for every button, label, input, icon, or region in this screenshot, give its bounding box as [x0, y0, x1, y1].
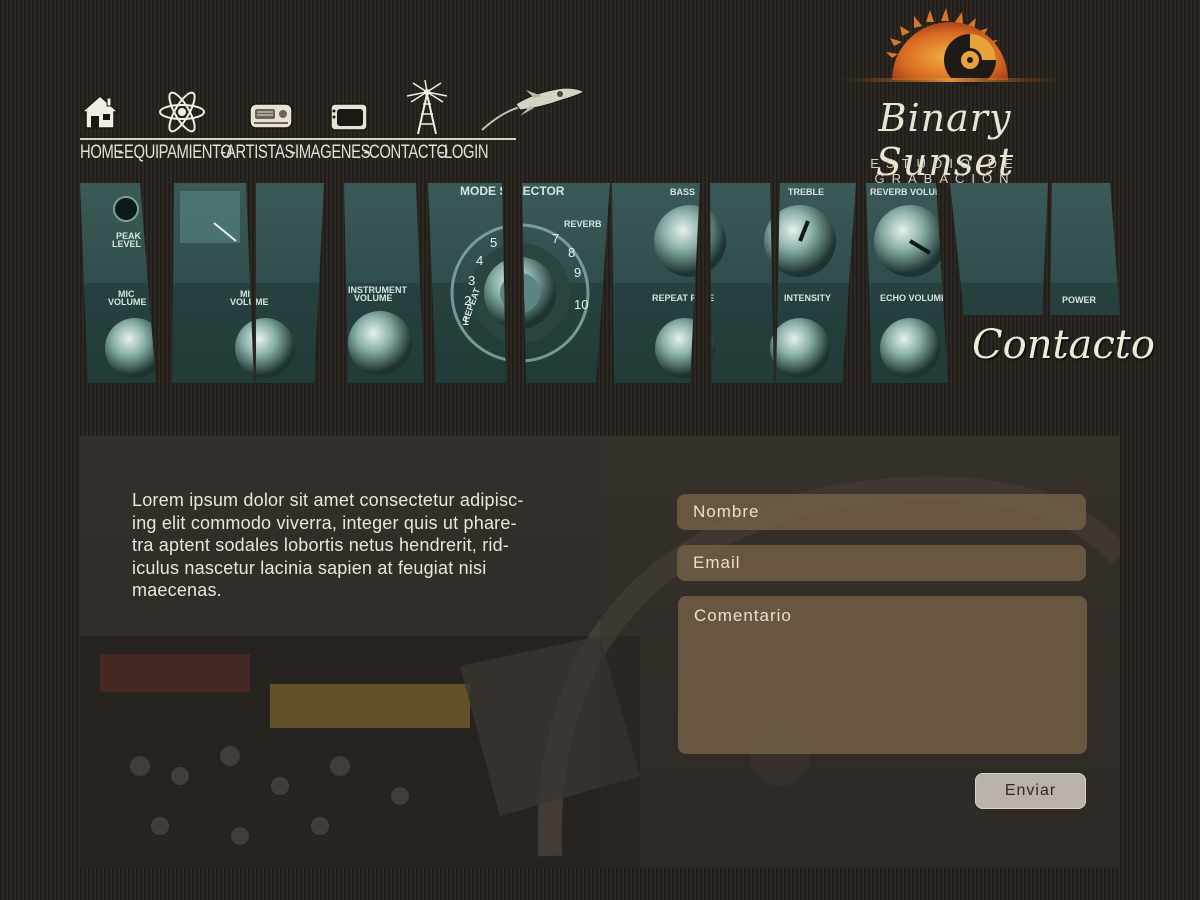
nav-link-equipamiento[interactable]: EQUIPAMIENTO	[124, 142, 232, 164]
svg-text:ECHO VOLUME: ECHO VOLUME	[880, 293, 947, 303]
house-icon[interactable]	[80, 92, 120, 132]
name-field[interactable]: Nombre	[677, 494, 1086, 530]
nav-link-artistas[interactable]: ARTISTAS	[226, 142, 294, 164]
svg-text:MODE SELECTOR: MODE SELECTOR	[460, 184, 565, 198]
svg-text:REPEAT RATE: REPEAT RATE	[652, 293, 714, 303]
svg-text:POWER: POWER	[1062, 295, 1097, 305]
svg-text:INTENSITY: INTENSITY	[784, 293, 831, 303]
svg-text:REVERB: REVERB	[564, 219, 602, 229]
svg-text:REVERB VOLUME: REVERB VOLUME	[870, 187, 949, 197]
intro-line: iculus nascetur lacinia sapien at feugia…	[132, 557, 487, 578]
email-field[interactable]: Email	[677, 545, 1086, 581]
nav-link-home[interactable]: HOME	[80, 142, 123, 164]
comment-field[interactable]: Comentario	[678, 596, 1087, 754]
svg-text:1: 1	[462, 313, 469, 328]
intro-line: tra aptent sodales lobortis netus hendre…	[132, 535, 509, 556]
nav-link-imagenes[interactable]: IMAGENES	[295, 142, 371, 164]
svg-text:10: 10	[574, 297, 588, 312]
svg-text:2: 2	[464, 293, 471, 308]
intro-line: ing elit commodo viverra, integer quis u…	[132, 512, 517, 533]
svg-text:8: 8	[568, 245, 575, 260]
intro-line: Lorem ipsum dolor sit amet consectetur a…	[132, 490, 524, 510]
svg-text:5: 5	[490, 235, 497, 250]
svg-text:VOLUME: VOLUME	[108, 297, 147, 307]
svg-text:3: 3	[468, 273, 475, 288]
page-heading: Contacto	[972, 322, 1155, 368]
main-navigation: HOME - EQUIPAMIENTO - ARTISTAS - IMAGENE…	[80, 78, 585, 170]
svg-text:9: 9	[574, 265, 581, 280]
site-logo[interactable]: Binary Sunset ESTUDIO DE GRABACIÓN	[820, 6, 1080, 186]
svg-text:VOLUME: VOLUME	[354, 293, 393, 303]
svg-text:BASS: BASS	[670, 187, 695, 197]
intro-line: maecenas.	[132, 580, 222, 601]
sunset-record-icon	[830, 6, 1070, 102]
antenna-tower-icon[interactable]	[402, 80, 452, 136]
television-icon[interactable]	[329, 102, 369, 132]
logo-subtitle: ESTUDIO DE GRABACIÓN	[870, 156, 1020, 186]
atom-icon[interactable]	[157, 90, 207, 134]
radio-icon[interactable]	[248, 102, 294, 130]
svg-text:7: 7	[552, 231, 559, 246]
svg-text:TREBLE: TREBLE	[788, 187, 824, 197]
intro-text: Lorem ipsum dolor sit amet consectetur a…	[132, 489, 602, 602]
nav-divider	[80, 138, 516, 140]
nav-link-contacto[interactable]: CONTACTO	[369, 142, 448, 164]
svg-text:LEVEL: LEVEL	[112, 239, 142, 249]
svg-text:4: 4	[476, 253, 483, 268]
nav-link-login[interactable]: LOGIN	[444, 142, 489, 164]
svg-text:VOLUME: VOLUME	[230, 297, 269, 307]
rocket-icon[interactable]	[480, 82, 590, 132]
content-panel: Lorem ipsum dolor sit amet consectetur a…	[80, 436, 1120, 868]
submit-button[interactable]: Enviar	[975, 773, 1086, 809]
nav-links: HOME - EQUIPAMIENTO - ARTISTAS - IMAGENE…	[80, 142, 489, 164]
header-banner: PEAK LEVEL MIC VOLUME MIC VOLUME INSTRUMENT…	[80, 183, 1120, 383]
